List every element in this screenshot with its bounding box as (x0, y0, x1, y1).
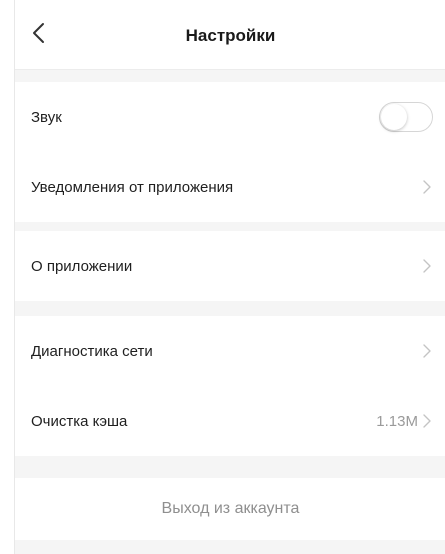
settings-screen: Настройки Звук Уведомления от приложения… (14, 0, 445, 554)
logout-label: Выход из аккаунта (161, 500, 300, 517)
cache-size-value: 1.13M (376, 412, 418, 430)
logout-button[interactable]: Выход из аккаунта (15, 478, 445, 540)
sound-toggle[interactable] (379, 102, 433, 132)
setting-row-about[interactable]: О приложении (15, 231, 445, 301)
page-title: Настройки (185, 26, 276, 45)
setting-row-clear-cache[interactable]: Очистка кэша 1.13M (15, 386, 445, 456)
setting-label-clear-cache: Очистка кэша (31, 412, 128, 430)
chevron-right-icon (422, 343, 432, 359)
setting-row-sound[interactable]: Звук (15, 82, 445, 152)
setting-label-sound: Звук (31, 108, 62, 126)
settings-group-tools: Диагностика сети Очистка кэша 1.13M (15, 316, 445, 456)
toggle-knob (381, 104, 407, 130)
chevron-right-icon (422, 179, 432, 195)
chevron-right-icon (422, 258, 432, 274)
setting-row-notifications[interactable]: Уведомления от приложения (15, 152, 445, 222)
settings-group-sound: Звук Уведомления от приложения (15, 82, 445, 222)
setting-row-network-diagnostics[interactable]: Диагностика сети (15, 316, 445, 386)
settings-group-about: О приложении (15, 231, 445, 301)
header: Настройки (15, 0, 445, 70)
chevron-right-icon (422, 413, 432, 429)
setting-label-network-diagnostics: Диагностика сети (31, 342, 153, 360)
setting-label-notifications: Уведомления от приложения (31, 178, 234, 196)
setting-label-about: О приложении (31, 257, 133, 275)
